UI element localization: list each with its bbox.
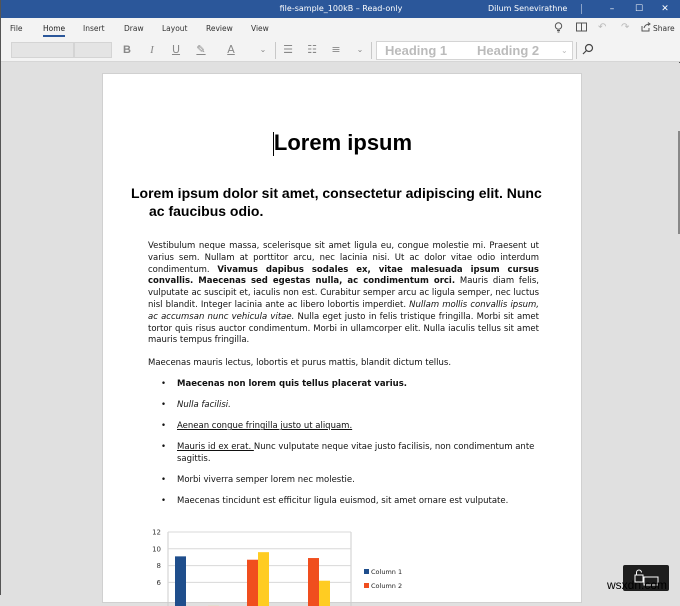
ribbon-toolbar: B I U ✎ A ⌄ ☰ ☷ ≡ ⌄ Heading 1 Heading 2 … [1, 38, 680, 62]
document-page[interactable]: Lorem ipsum Lorem ipsum dolor sit amet, … [102, 73, 582, 603]
paragraph-1: Vestibulum neque massa, scelerisque sit … [148, 241, 539, 347]
title-bar: file-sample_100kB – Read-only Dilum Sene… [1, 0, 680, 18]
highlight-button[interactable]: ✎ [194, 43, 208, 57]
chart-y-tick-label: 12 [152, 529, 161, 537]
chart-bar [319, 581, 330, 606]
list-item: Morbi viverra semper lorem nec molestie. [148, 475, 539, 487]
list-item-link[interactable]: Mauris id ex erat. [177, 442, 254, 452]
align-button[interactable]: ≡ [329, 43, 343, 57]
chart-bar [308, 558, 319, 606]
bold-button[interactable]: B [120, 43, 134, 57]
document-heading-title: Lorem ipsum [103, 130, 583, 156]
list-item: Nulla facilisi. [148, 400, 539, 412]
legend-label: Column 1 [371, 568, 402, 576]
undo-icon[interactable]: ↶ [598, 22, 606, 33]
watermark-text: wsxdn.com [607, 578, 667, 592]
minimize-button[interactable]: – [600, 1, 624, 17]
word-window: file-sample_100kB – Read-only Dilum Sene… [0, 0, 680, 595]
tab-home[interactable]: Home [43, 24, 65, 33]
more-format-chevron-icon[interactable]: ⌄ [256, 43, 270, 57]
tab-layout[interactable]: Layout [162, 24, 188, 33]
close-button[interactable]: ✕ [653, 1, 677, 17]
document-canvas: Lorem ipsum Lorem ipsum dolor sit amet, … [2, 63, 680, 595]
tab-insert[interactable]: Insert [83, 24, 105, 33]
ribbon-divider [275, 42, 276, 59]
chart-bar [258, 552, 269, 606]
list-item: Maecenas non lorem quis tellus placerat … [148, 379, 539, 391]
chart-bar [247, 560, 258, 606]
styles-gallery[interactable]: Heading 1 Heading 2 ⌄ [376, 41, 573, 60]
list-item-text: Morbi viverra semper lorem nec molestie. [177, 475, 355, 485]
list-item-text: Nulla facilisi. [177, 400, 231, 410]
legend-swatch [364, 583, 369, 588]
font-color-button[interactable]: A [224, 43, 238, 57]
book-icon[interactable] [576, 22, 587, 35]
chart-y-tick-label: 10 [152, 545, 161, 553]
paragraph-chevron-icon[interactable]: ⌄ [353, 43, 367, 57]
list-item: Aenean congue fringilla justo ut aliquam… [148, 421, 539, 433]
legend-swatch [364, 569, 369, 574]
ribbon-divider [576, 42, 577, 59]
style-heading-1[interactable]: Heading 1 [385, 43, 447, 58]
list-item-text: Maecenas non lorem quis tellus placerat … [177, 379, 407, 389]
list-item-text: Aenean congue fringilla justo ut aliquam… [177, 421, 352, 431]
maximize-button[interactable]: ☐ [627, 1, 651, 17]
search-icon[interactable] [581, 43, 595, 59]
tab-file[interactable]: File [10, 24, 23, 33]
bullet-list: Maecenas non lorem quis tellus placerat … [148, 379, 539, 517]
font-name-box[interactable] [11, 42, 74, 58]
legend-label: Column 2 [371, 582, 402, 590]
list-item: Mauris id ex erat. Nunc vulputate neque … [148, 442, 539, 466]
tab-draw[interactable]: Draw [124, 24, 144, 33]
font-size-box[interactable] [74, 42, 112, 58]
embedded-bar-chart[interactable]: 12 10 8 6 Column 1 Column 2 [143, 526, 443, 606]
ribbon-divider [371, 42, 372, 59]
list-item-text: Maecenas tincidunt est efficitur ligula … [177, 496, 508, 506]
redo-icon[interactable]: ↷ [621, 22, 629, 33]
document-heading-1: Lorem ipsum dolor sit amet, consectetur … [131, 184, 551, 220]
user-name[interactable]: Dilum Senevirathne [488, 4, 567, 13]
chart-y-tick-label: 6 [157, 579, 162, 587]
tab-review[interactable]: Review [206, 24, 233, 33]
document-title: file-sample_100kB – Read-only [1, 4, 680, 13]
chart-y-tick-label: 8 [157, 562, 161, 570]
style-heading-2[interactable]: Heading 2 [477, 43, 539, 58]
chart-bar [175, 556, 186, 606]
share-button[interactable]: Share [653, 24, 675, 33]
italic-button[interactable]: I [145, 43, 159, 57]
lightbulb-icon[interactable] [554, 22, 563, 36]
tab-view[interactable]: View [251, 24, 269, 33]
bullets-button[interactable]: ☰ [281, 43, 295, 57]
list-item: Maecenas tincidunt est efficitur ligula … [148, 496, 539, 508]
numbering-button[interactable]: ☷ [305, 43, 319, 57]
underline-button[interactable]: U [169, 43, 183, 57]
share-icon[interactable] [641, 22, 651, 35]
styles-chevron-icon[interactable]: ⌄ [561, 46, 568, 55]
menu-bar: File Home Insert Draw Layout Review View… [1, 18, 680, 38]
title-separator [581, 4, 582, 14]
paragraph-2: Maecenas mauris lectus, lobortis et puru… [148, 358, 539, 370]
